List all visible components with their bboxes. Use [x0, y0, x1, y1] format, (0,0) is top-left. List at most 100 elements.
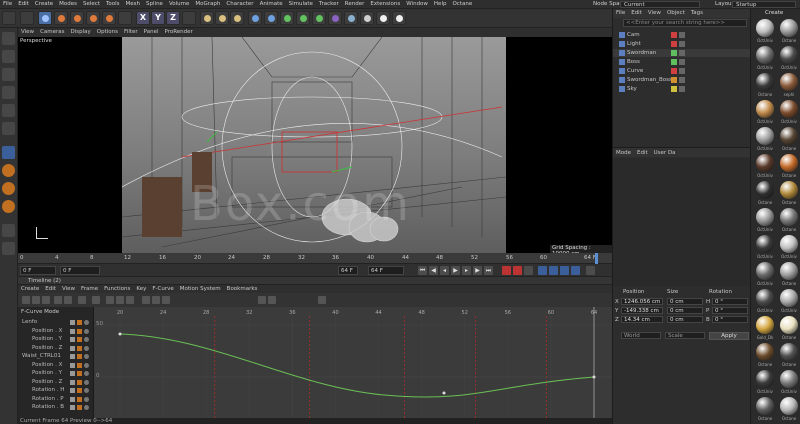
om-menu-tags[interactable]: Tags — [688, 9, 706, 18]
tl-menu-bookmarks[interactable]: Bookmarks — [224, 285, 261, 293]
material-swatch[interactable] — [756, 73, 774, 91]
visibility-dot-icon[interactable] — [671, 32, 677, 38]
prev-key-icon[interactable]: ◀ — [429, 266, 438, 275]
tag-icon[interactable] — [679, 41, 685, 47]
render-settings-icon[interactable] — [230, 11, 244, 25]
camera-icon[interactable] — [360, 11, 374, 25]
go-to-start-icon[interactable]: ⏮ — [418, 266, 427, 275]
menu-edit[interactable]: Edit — [15, 0, 32, 9]
om-menu-view[interactable]: View — [645, 9, 664, 18]
material-swatch[interactable] — [780, 154, 798, 172]
quantize-icon[interactable] — [2, 200, 15, 213]
menu-modes[interactable]: Modes — [56, 0, 80, 9]
visibility-dot-icon[interactable] — [671, 50, 677, 56]
track-row[interactable]: Position . X — [18, 362, 94, 369]
menu-mograph[interactable]: MoGraph — [192, 0, 223, 9]
track-row[interactable]: Position . Z — [18, 345, 94, 352]
keyframe-point[interactable] — [442, 391, 446, 395]
attr-menu-edit[interactable]: Edit — [634, 148, 651, 158]
param-key-icon[interactable] — [571, 266, 580, 275]
material-swatch[interactable] — [756, 154, 774, 172]
position-x-field[interactable]: 1246.056 cm — [621, 298, 663, 305]
make-editable-icon[interactable] — [2, 32, 15, 45]
material-swatch[interactable] — [780, 73, 798, 91]
menu-help[interactable]: Help — [431, 0, 450, 9]
viewport-menu-panel[interactable]: Panel — [141, 28, 162, 37]
track-row[interactable]: Position . Z — [18, 379, 94, 386]
rotation-b-field[interactable]: 0 ° — [712, 316, 748, 323]
end-frame-field[interactable]: 64 F — [338, 266, 358, 275]
track-toggle-icon[interactable] — [70, 328, 75, 334]
track-row[interactable]: Rotation . P — [18, 396, 94, 403]
material-swatch[interactable] — [756, 316, 774, 334]
tag-icon[interactable] — [679, 77, 685, 83]
material-swatch[interactable] — [756, 235, 774, 253]
size-x-field[interactable]: 0 cm — [667, 298, 703, 305]
rotation-h-field[interactable]: 0 ° — [712, 298, 748, 305]
next-key-icon[interactable]: ▶ — [473, 266, 482, 275]
track-solo-icon[interactable] — [84, 354, 89, 359]
material-swatch[interactable] — [756, 127, 774, 145]
menu-volume[interactable]: Volume — [166, 0, 192, 9]
track-lock-icon[interactable] — [77, 362, 82, 368]
array-icon[interactable] — [296, 11, 310, 25]
material-swatch[interactable] — [756, 343, 774, 361]
object-row[interactable]: Boss — [613, 58, 751, 66]
track-row[interactable]: Position . Y — [18, 336, 94, 343]
om-menu-file[interactable]: File — [613, 9, 628, 18]
keyframe-selection-icon[interactable] — [524, 266, 533, 275]
track-row[interactable]: Lenfo — [18, 319, 94, 326]
z-axis-lock-button[interactable]: Z — [166, 11, 180, 25]
edge-mode-icon[interactable] — [2, 104, 15, 117]
track-lock-icon[interactable] — [77, 405, 82, 410]
track-lock-icon[interactable] — [77, 396, 82, 402]
object-row[interactable]: Curve — [613, 67, 751, 75]
om-menu-object[interactable]: Object — [664, 9, 688, 18]
tag-icon[interactable] — [679, 32, 685, 38]
viewport-menu-cameras[interactable]: Cameras — [37, 28, 67, 37]
play-icon[interactable]: ▶ — [451, 266, 460, 275]
tl-menu-motion-system[interactable]: Motion System — [177, 285, 224, 293]
scale-tool-icon[interactable] — [70, 11, 84, 25]
preview-end-field[interactable]: 64 F — [368, 266, 404, 275]
track-solo-icon[interactable] — [84, 396, 89, 402]
tl-menu-view[interactable]: View — [59, 285, 78, 293]
track-toggle-icon[interactable] — [70, 396, 75, 402]
material-swatch[interactable] — [756, 208, 774, 226]
track-toggle-icon[interactable] — [70, 362, 75, 368]
object-row[interactable]: Cam — [613, 31, 751, 39]
track-solo-icon[interactable] — [84, 362, 89, 368]
deformer-icon[interactable] — [328, 11, 342, 25]
tl-key-linear-icon[interactable] — [106, 296, 114, 304]
tl-link-icon[interactable] — [54, 296, 62, 304]
menu-tools[interactable]: Tools — [103, 0, 123, 9]
material-swatch[interactable] — [780, 127, 798, 145]
menu-tracker[interactable]: Tracker — [316, 0, 342, 9]
tl-frame-all-icon[interactable] — [92, 296, 100, 304]
material-swatch[interactable] — [780, 343, 798, 361]
tl-motion-mode-icon[interactable] — [42, 296, 50, 304]
object-row[interactable]: Light — [613, 40, 751, 48]
point-mode-icon[interactable] — [2, 86, 15, 99]
tl-filter-icon[interactable] — [64, 296, 72, 304]
material-swatch[interactable] — [780, 208, 798, 226]
fcurve-svg[interactable]: 20 24 28 32 36 40 44 48 52 56 60 64 — [94, 307, 612, 418]
menu-animate[interactable]: Animate — [257, 0, 286, 9]
coord-scale-select[interactable]: Scale — [665, 332, 705, 339]
tl-zoom-icon[interactable] — [78, 296, 86, 304]
tag-icon[interactable] — [679, 68, 685, 74]
track-row[interactable]: Rotation . B — [18, 404, 94, 411]
object-row[interactable]: Swordman_Boss — [613, 76, 751, 84]
material-swatch[interactable] — [780, 100, 798, 118]
visibility-dot-icon[interactable] — [671, 59, 677, 65]
track-toggle-icon[interactable] — [70, 388, 75, 393]
track-row[interactable]: Position . X — [18, 328, 94, 335]
size-y-field[interactable]: 0 cm — [667, 307, 703, 314]
rotate-tool-icon[interactable] — [86, 11, 100, 25]
select-tool-icon[interactable] — [38, 11, 52, 25]
node-space-select[interactable]: Current (Standard/Physical) — [620, 1, 700, 15]
timeline-settings-icon[interactable] — [586, 266, 595, 275]
material-swatch[interactable] — [756, 289, 774, 307]
track-lock-icon[interactable] — [77, 388, 82, 393]
start-frame-field[interactable]: 0 F — [20, 266, 56, 275]
